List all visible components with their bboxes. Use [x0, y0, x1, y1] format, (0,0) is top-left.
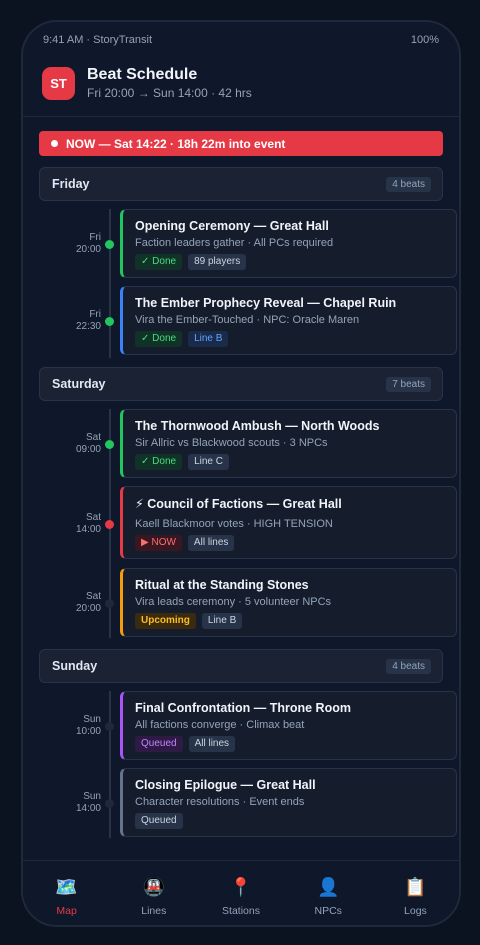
phone-frame: 9:41 AM · StoryTransit 100% ST Beat Sche…	[21, 20, 461, 927]
bottom-tab-bar: 🗺️ Map 🚇 Lines 📍 Stations 👤 NPCs 📋 Logs	[23, 860, 459, 925]
beat-title: ⚡ Council of Factions — Great Hall	[135, 497, 342, 511]
beat-count-badge: 7 beats	[386, 377, 431, 392]
map-icon: 🗺️	[55, 877, 78, 897]
status-tag-done: ✓ Done	[135, 331, 183, 347]
now-banner: NOW — Sat 14:22 · 18h 22m into event	[39, 131, 443, 156]
beat-description: Kaell Blackmoor votes · HIGH TENSION	[135, 518, 333, 530]
beat-time: Sat 20:00	[75, 591, 101, 614]
beat-title: Closing Epilogue — Great Hall	[135, 778, 316, 792]
beat-count-badge: 4 beats	[386, 659, 431, 674]
beat-description: Character resolutions · Event ends	[135, 796, 305, 808]
status-tag-done: ✓ Done	[135, 254, 183, 270]
line-tag: Line B	[201, 613, 243, 629]
line-tag: All lines	[188, 736, 236, 752]
status-node-done	[105, 240, 114, 249]
beat-card[interactable]: The Thornwood Ambush — North Woods Sir A…	[120, 409, 457, 478]
day-name: Friday	[52, 177, 90, 191]
person-icon: 👤	[317, 877, 340, 897]
beat-card[interactable]: Closing Epilogue — Great Hall Character …	[120, 768, 457, 837]
tab-logs[interactable]: 📋 Logs	[372, 861, 459, 925]
status-node-now	[105, 520, 114, 529]
beat-card[interactable]: Final Confrontation — Throne Room All fa…	[120, 691, 457, 760]
day-header-friday[interactable]: Friday 4 beats	[39, 167, 443, 201]
beat-title: The Thornwood Ambush — North Woods	[135, 419, 380, 433]
beat-card[interactable]: The Ember Prophecy Reveal — Chapel Ruin …	[120, 286, 457, 355]
tab-stations[interactable]: 📍 Stations	[197, 861, 284, 925]
tab-label: Stations	[222, 905, 260, 917]
player-count-tag: 89 players	[188, 254, 247, 270]
beat-description: Vira leads ceremony · 5 volunteer NPCs	[135, 596, 332, 608]
tab-label: Lines	[141, 905, 167, 917]
app-logo: ST	[42, 67, 75, 100]
status-tag-queued: Queued	[135, 813, 183, 829]
timeline-line	[109, 209, 111, 358]
status-node-pending	[105, 722, 114, 731]
header-divider	[23, 116, 459, 117]
beat-description: Vira the Ember-Touched · NPC: Oracle Mar…	[135, 314, 360, 326]
status-time-app: 9:41 AM · StoryTransit	[43, 34, 153, 46]
status-bar: 9:41 AM · StoryTransit 100%	[43, 34, 439, 48]
metro-icon: 🚇	[142, 877, 166, 897]
beat-description: All factions converge · Climax beat	[135, 719, 305, 731]
status-tag-done: ✓ Done	[135, 454, 183, 470]
beat-time: Fri 22:30	[75, 309, 101, 332]
status-node-done	[105, 317, 114, 326]
beat-description: Faction leaders gather · All PCs require…	[135, 237, 334, 249]
beat-card-current[interactable]: ⚡ Council of Factions — Great Hall Kaell…	[120, 486, 457, 559]
live-dot-icon	[51, 140, 58, 147]
day-name: Saturday	[52, 377, 106, 391]
tab-label: NPCs	[314, 905, 342, 917]
line-tag: Line C	[188, 454, 229, 470]
beat-time: Sun 14:00	[75, 791, 101, 814]
pin-icon: 📍	[229, 877, 253, 897]
day-header-saturday[interactable]: Saturday 7 beats	[39, 367, 443, 401]
day-header-sunday[interactable]: Sunday 4 beats	[39, 649, 443, 683]
beat-title: Final Confrontation — Throne Room	[135, 701, 351, 715]
beat-description: Sir Allric vs Blackwood scouts · 3 NPCs	[135, 437, 328, 449]
page-title: Beat Schedule	[87, 66, 198, 83]
page-subtitle: Fri 20:00 → Sun 14:00 · 42 hrs	[87, 86, 252, 100]
status-tag-queued: Queued	[135, 736, 183, 752]
tab-label: Map	[56, 905, 77, 917]
tab-npcs[interactable]: 👤 NPCs	[285, 861, 372, 925]
beat-time: Sat 14:00	[75, 512, 101, 535]
beat-title: The Ember Prophecy Reveal — Chapel Ruin	[135, 296, 397, 310]
beat-card[interactable]: Opening Ceremony — Great Hall Faction le…	[120, 209, 457, 278]
line-tag: All lines	[187, 535, 235, 551]
line-tag: Line B	[188, 331, 229, 347]
tab-label: Logs	[404, 905, 427, 917]
clipboard-icon: 📋	[404, 877, 427, 897]
app-header: ST Beat Schedule Fri 20:00 → Sun 14:00 ·…	[23, 58, 459, 116]
beat-time: Fri 20:00	[75, 232, 101, 255]
now-banner-text: NOW — Sat 14:22 · 18h 22m into event	[66, 136, 286, 151]
status-tag-now: ▶ NOW	[135, 535, 182, 551]
status-tag-upcoming: Upcoming	[135, 613, 196, 629]
beat-count-badge: 4 beats	[386, 177, 431, 192]
tab-lines[interactable]: 🚇 Lines	[110, 861, 197, 925]
beat-title: Opening Ceremony — Great Hall	[135, 219, 329, 233]
beat-card[interactable]: Ritual at the Standing Stones Vira leads…	[120, 568, 457, 637]
status-node-pending	[105, 599, 114, 608]
day-name: Sunday	[52, 659, 98, 673]
timeline-line	[109, 691, 111, 838]
beat-time: Sat 09:00	[75, 432, 101, 455]
tab-map[interactable]: 🗺️ Map	[23, 861, 110, 925]
status-node-done	[105, 440, 114, 449]
status-node-pending	[105, 799, 114, 808]
battery-level: 100%	[410, 34, 439, 46]
beat-title: Ritual at the Standing Stones	[135, 578, 309, 592]
beat-time: Sun 10:00	[75, 714, 101, 737]
